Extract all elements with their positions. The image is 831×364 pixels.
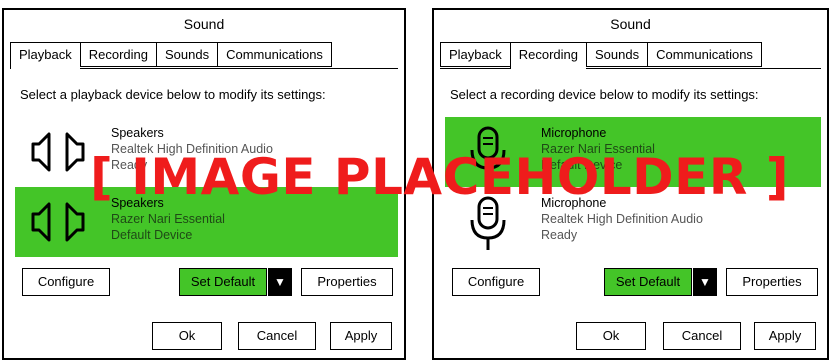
tab-playback[interactable]: Playback (10, 42, 80, 69)
cancel-button[interactable]: Cancel (238, 322, 316, 350)
ok-button[interactable]: Ok (152, 322, 222, 350)
properties-button[interactable]: Properties (726, 268, 818, 296)
device-description: Realtek High Definition Audio (541, 212, 703, 226)
speaker-icon (31, 132, 85, 172)
apply-button[interactable]: Apply (330, 322, 392, 350)
tab-bar: Playback Recording Sounds Communications (440, 42, 762, 69)
device-description: Razer Nari Essential (111, 212, 225, 226)
tab-playback[interactable]: Playback (440, 42, 510, 67)
tab-recording[interactable]: Recording (509, 42, 587, 69)
tab-bar: Playback Recording Sounds Communications (10, 42, 332, 69)
cancel-button[interactable]: Cancel (663, 322, 741, 350)
instruction-text: Select a playback device below to modify… (20, 87, 326, 102)
set-default-dropdown-icon[interactable]: ▼ (268, 268, 292, 296)
dialog-title: Sound (183, 16, 225, 32)
dialog-title: Sound (610, 16, 651, 32)
set-default-button[interactable]: Set Default (179, 268, 267, 296)
configure-button[interactable]: Configure (452, 268, 540, 296)
configure-button[interactable]: Configure (22, 268, 110, 296)
device-status: Ready (541, 228, 578, 242)
tab-communications[interactable]: Communications (647, 42, 762, 67)
device-name: Microphone (541, 126, 607, 140)
image-placeholder-overlay: [ IMAGE PLACEHOLDER ] (90, 148, 790, 206)
ok-button[interactable]: Ok (576, 322, 646, 350)
set-default-button[interactable]: Set Default (604, 268, 692, 296)
device-status: Default Device (111, 228, 193, 242)
tab-sounds[interactable]: Sounds (586, 42, 648, 67)
instruction-text: Select a recording device below to modif… (450, 87, 759, 102)
speaker-icon (31, 202, 85, 242)
apply-button[interactable]: Apply (754, 322, 816, 350)
set-default-dropdown-icon[interactable]: ▼ (693, 268, 717, 296)
tab-recording[interactable]: Recording (79, 42, 157, 67)
tab-sounds[interactable]: Sounds (156, 42, 218, 67)
device-name: Speakers (111, 126, 164, 140)
properties-button[interactable]: Properties (301, 268, 393, 296)
tab-communications[interactable]: Communications (217, 42, 332, 67)
